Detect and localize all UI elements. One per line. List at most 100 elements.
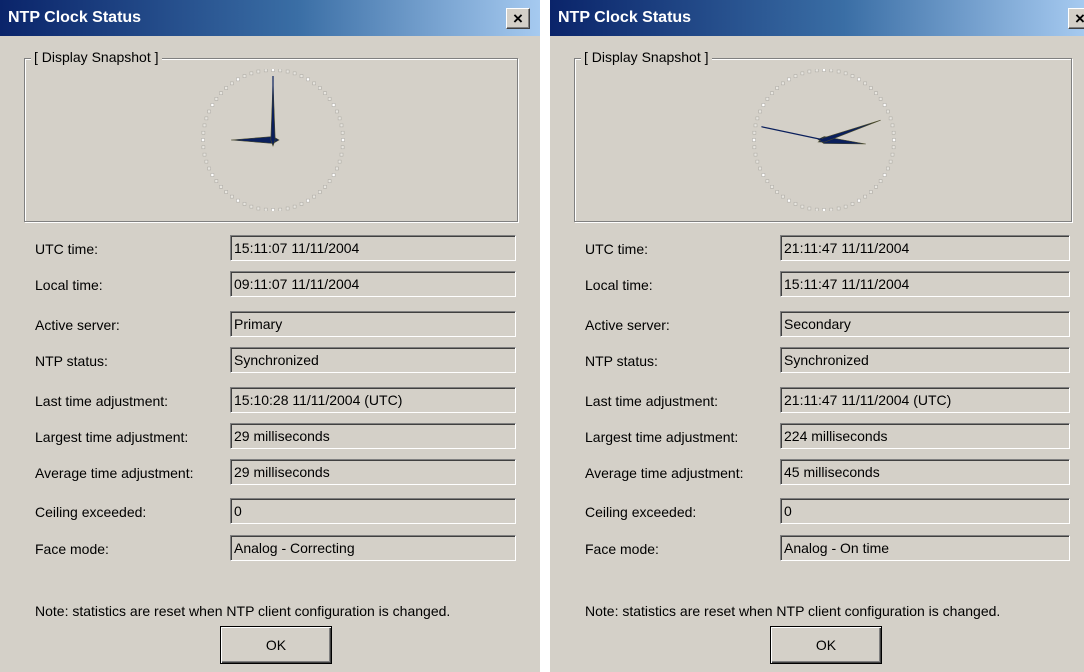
minute-marker	[878, 97, 883, 101]
minute-marker	[337, 159, 342, 164]
minute-marker	[323, 185, 327, 189]
minute-marker	[230, 194, 234, 199]
minute-marker	[219, 91, 223, 95]
active-server-label: Active server:	[35, 317, 120, 333]
minute-marker	[204, 159, 209, 164]
average-time-adjustment-field: 45 milliseconds	[780, 459, 1070, 485]
minute-marker	[201, 145, 206, 150]
minute-marker	[207, 109, 211, 114]
minute-marker	[829, 69, 834, 73]
hour-marker	[752, 138, 756, 142]
minute-hand	[817, 119, 881, 143]
minute-marker	[327, 97, 332, 101]
minute-marker	[327, 179, 332, 183]
hour-marker	[822, 208, 826, 211]
minute-marker	[224, 190, 228, 194]
minute-marker	[214, 97, 219, 101]
minute-marker	[807, 206, 812, 211]
row-largest-time-adjustment: Largest time adjustment: 224 millisecond…	[550, 423, 1084, 453]
hour-marker	[331, 103, 336, 107]
active-server-field: Secondary	[780, 311, 1070, 337]
close-button[interactable]: ×	[1068, 8, 1084, 29]
reset-note: Note: statistics are reset when NTP clie…	[585, 603, 1001, 619]
minute-marker	[878, 179, 883, 183]
minute-marker	[753, 123, 758, 128]
minute-marker	[312, 194, 316, 199]
average-time-adjustment-field: 29 milliseconds	[230, 459, 516, 485]
ntp-status-field: Synchronized	[230, 347, 516, 373]
minute-marker	[814, 207, 819, 211]
minute-marker	[278, 69, 283, 73]
utc-time-field: 15:11:07 11/11/2004	[230, 235, 516, 261]
minute-marker	[201, 130, 206, 135]
row-ceiling-exceeded: Ceiling exceeded: 0	[550, 498, 1084, 528]
minute-marker	[242, 202, 247, 206]
row-largest-time-adjustment: Largest time adjustment: 29 milliseconds	[0, 423, 540, 453]
minute-marker	[263, 69, 268, 73]
hour-marker	[210, 103, 215, 107]
row-face-mode: Face mode: Analog - On time	[550, 535, 1084, 565]
ceiling-exceeded-label: Ceiling exceeded:	[585, 504, 697, 520]
hour-marker	[236, 77, 240, 82]
row-utc-time: UTC time: 15:11:07 11/11/2004	[0, 235, 540, 265]
ok-button[interactable]: OK	[770, 626, 882, 664]
row-ceiling-exceeded: Ceiling exceeded: 0	[0, 498, 540, 528]
ok-button[interactable]: OK	[220, 626, 332, 664]
average-time-adjustment-label: Average time adjustment:	[35, 465, 194, 481]
largest-time-adjustment-label: Largest time adjustment:	[585, 429, 739, 445]
close-icon: ×	[513, 9, 523, 28]
utc-time-label: UTC time:	[585, 241, 648, 257]
minute-marker	[869, 190, 873, 194]
minute-marker	[863, 194, 867, 199]
title-bar: NTP Clock Status ×	[0, 0, 540, 36]
face-mode-field: Analog - On time	[780, 535, 1070, 561]
hour-marker	[331, 173, 336, 177]
minute-marker	[335, 109, 339, 114]
row-average-time-adjustment: Average time adjustment: 45 milliseconds	[550, 459, 1084, 489]
largest-time-adjustment-field: 29 milliseconds	[230, 423, 516, 449]
ceiling-exceeded-field: 0	[780, 498, 1070, 524]
minute-marker	[249, 71, 254, 76]
local-time-label: Local time:	[35, 277, 103, 293]
row-face-mode: Face mode: Analog - Correcting	[0, 535, 540, 565]
hour-marker	[892, 138, 896, 142]
analog-clock	[743, 69, 905, 211]
minute-marker	[888, 159, 893, 164]
utc-time-field: 21:11:47 11/11/2004	[780, 235, 1070, 261]
minute-marker	[285, 206, 290, 211]
minute-marker	[339, 152, 344, 157]
minute-marker	[249, 204, 254, 209]
hour-marker	[306, 198, 310, 203]
utc-time-label: UTC time:	[35, 241, 98, 257]
analog-clock-face	[752, 69, 896, 211]
minute-marker	[318, 190, 322, 194]
reset-note: Note: statistics are reset when NTP clie…	[35, 603, 451, 619]
ntp-status-label: NTP status:	[585, 353, 658, 369]
local-time-field: 15:11:47 11/11/2004	[780, 271, 1070, 297]
ntp-status-field: Synchronized	[780, 347, 1070, 373]
face-mode-field: Analog - Correcting	[230, 535, 516, 561]
last-time-adjustment-label: Last time adjustment:	[585, 393, 719, 409]
minute-marker	[219, 185, 223, 189]
close-button[interactable]: ×	[506, 8, 530, 29]
ntp-clock-status-dialog-2: NTP Clock Status × [ Display Snapshot ] …	[550, 0, 1084, 672]
minute-marker	[886, 166, 890, 171]
minute-marker	[256, 206, 261, 211]
minute-marker	[278, 207, 283, 211]
minute-marker	[775, 86, 779, 90]
minute-marker	[752, 130, 757, 135]
row-ntp-status: NTP status: Synchronized	[0, 347, 540, 377]
minute-marker	[312, 81, 316, 86]
minute-marker	[890, 152, 895, 157]
minute-marker	[230, 81, 234, 86]
minute-marker	[752, 145, 757, 150]
minute-marker	[863, 81, 867, 86]
row-active-server: Active server: Primary	[0, 311, 540, 341]
minute-marker	[836, 69, 841, 74]
row-ntp-status: NTP status: Synchronized	[550, 347, 1084, 377]
minute-marker	[339, 123, 344, 128]
row-last-time-adjustment: Last time adjustment: 15:10:28 11/11/200…	[0, 387, 540, 417]
minute-marker	[793, 74, 798, 78]
hour-marker	[236, 198, 240, 203]
hour-marker	[882, 103, 887, 107]
